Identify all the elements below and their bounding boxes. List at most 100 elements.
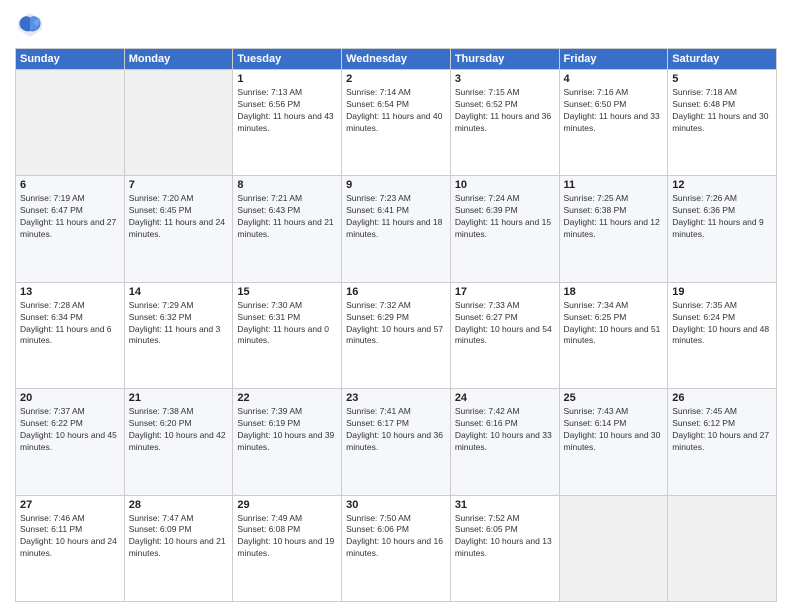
day-info: Sunrise: 7:34 AM Sunset: 6:25 PM Dayligh… [564, 300, 664, 348]
day-number: 8 [237, 179, 337, 191]
week-row-4: 20Sunrise: 7:37 AM Sunset: 6:22 PM Dayli… [16, 389, 777, 495]
day-cell: 15 Sunrise: 7:30 AM Sunset: 6:31 PM Dayli… [233, 282, 342, 388]
day-number: 18 [564, 286, 664, 298]
day-header-saturday: Saturday [668, 49, 777, 70]
day-info: Sunrise: 7:28 AM Sunset: 6:34 PM Dayligh… [20, 300, 120, 348]
day-header-sunday: Sunday [16, 49, 125, 70]
day-info: Sunrise: 7:37 AM Sunset: 6:22 PM Dayligh… [20, 406, 120, 454]
day-number: 11 [564, 179, 664, 191]
day-number: 16 [346, 286, 446, 298]
day-cell: 24 Sunrise: 7:42 AM Sunset: 6:16 PM Dayli… [450, 389, 559, 495]
day-cell: 16Sunrise: 7:32 AM Sunset: 6:29 PM Dayli… [342, 282, 451, 388]
day-header-friday: Friday [559, 49, 668, 70]
day-number: 21 [129, 392, 229, 404]
day-cell: 26Sunrise: 7:45 AM Sunset: 6:12 PM Dayli… [668, 389, 777, 495]
day-info: Sunrise: 7:49 AM Sunset: 6:08 PM Dayligh… [237, 513, 337, 561]
day-cell: 6 Sunrise: 7:19 AM Sunset: 6:47 PM Daylig… [16, 176, 125, 282]
day-header-wednesday: Wednesday [342, 49, 451, 70]
day-cell: 22Sunrise: 7:39 AM Sunset: 6:19 PM Dayli… [233, 389, 342, 495]
day-info: Sunrise: 7:21 AM Sunset: 6:43 PM Dayligh… [237, 193, 337, 241]
day-number: 14 [129, 286, 229, 298]
day-info: Sunrise: 7:30 AM Sunset: 6:31 PM Dayligh… [237, 300, 337, 348]
day-number: 31 [455, 499, 555, 511]
day-number: 30 [346, 499, 446, 511]
day-number: 4 [564, 73, 664, 85]
day-info: Sunrise: 7:35 AM Sunset: 6:24 PM Dayligh… [672, 300, 772, 348]
day-cell: 4 Sunrise: 7:16 AM Sunset: 6:50 PM Daylig… [559, 70, 668, 176]
day-info: Sunrise: 7:24 AM Sunset: 6:39 PM Dayligh… [455, 193, 555, 241]
day-cell: 19 Sunrise: 7:35 AM Sunset: 6:24 PM Dayli… [668, 282, 777, 388]
day-info: Sunrise: 7:33 AM Sunset: 6:27 PM Dayligh… [455, 300, 555, 348]
day-info: Sunrise: 7:13 AM Sunset: 6:56 PM Dayligh… [237, 87, 337, 135]
week-row-2: 6 Sunrise: 7:19 AM Sunset: 6:47 PM Daylig… [16, 176, 777, 282]
day-info: Sunrise: 7:25 AM Sunset: 6:38 PM Dayligh… [564, 193, 664, 241]
day-cell: 29 Sunrise: 7:49 AM Sunset: 6:08 PM Dayli… [233, 495, 342, 601]
day-number: 9 [346, 179, 446, 191]
day-info: Sunrise: 7:20 AM Sunset: 6:45 PM Dayligh… [129, 193, 229, 241]
day-cell: 2 Sunrise: 7:14 AM Sunset: 6:54 PM Daylig… [342, 70, 451, 176]
day-number: 15 [237, 286, 337, 298]
day-cell: 5 Sunrise: 7:18 AM Sunset: 6:48 PM Daylig… [668, 70, 777, 176]
day-info: Sunrise: 7:50 AM Sunset: 6:06 PM Dayligh… [346, 513, 446, 561]
day-cell: 13 Sunrise: 7:28 AM Sunset: 6:34 PM Dayli… [16, 282, 125, 388]
day-cell [559, 495, 668, 601]
day-info: Sunrise: 7:41 AM Sunset: 6:17 PM Dayligh… [346, 406, 446, 454]
day-number: 10 [455, 179, 555, 191]
day-header-tuesday: Tuesday [233, 49, 342, 70]
day-cell: 23Sunrise: 7:41 AM Sunset: 6:17 PM Dayli… [342, 389, 451, 495]
week-row-5: 27 Sunrise: 7:46 AM Sunset: 6:11 PM Dayli… [16, 495, 777, 601]
day-info: Sunrise: 7:26 AM Sunset: 6:36 PM Dayligh… [672, 193, 772, 241]
day-header-thursday: Thursday [450, 49, 559, 70]
day-cell: 28 Sunrise: 7:47 AM Sunset: 6:09 PM Dayli… [124, 495, 233, 601]
day-number: 26 [672, 392, 772, 404]
day-header-monday: Monday [124, 49, 233, 70]
day-info: Sunrise: 7:16 AM Sunset: 6:50 PM Dayligh… [564, 87, 664, 135]
day-info: Sunrise: 7:15 AM Sunset: 6:52 PM Dayligh… [455, 87, 555, 135]
logo-icon [15, 10, 45, 40]
day-number: 28 [129, 499, 229, 511]
day-info: Sunrise: 7:38 AM Sunset: 6:20 PM Dayligh… [129, 406, 229, 454]
day-cell [668, 495, 777, 601]
day-cell: 7 Sunrise: 7:20 AM Sunset: 6:45 PM Daylig… [124, 176, 233, 282]
day-info: Sunrise: 7:14 AM Sunset: 6:54 PM Dayligh… [346, 87, 446, 135]
day-info: Sunrise: 7:29 AM Sunset: 6:32 PM Dayligh… [129, 300, 229, 348]
calendar: SundayMondayTuesdayWednesdayThursdayFrid… [15, 48, 777, 602]
day-number: 5 [672, 73, 772, 85]
day-cell: 20Sunrise: 7:37 AM Sunset: 6:22 PM Dayli… [16, 389, 125, 495]
day-number: 17 [455, 286, 555, 298]
day-number: 19 [672, 286, 772, 298]
header [15, 10, 777, 40]
day-info: Sunrise: 7:52 AM Sunset: 6:05 PM Dayligh… [455, 513, 555, 561]
calendar-header-row: SundayMondayTuesdayWednesdayThursdayFrid… [16, 49, 777, 70]
day-number: 29 [237, 499, 337, 511]
day-cell: 21 Sunrise: 7:38 AM Sunset: 6:20 PM Dayli… [124, 389, 233, 495]
day-cell: 18 Sunrise: 7:34 AM Sunset: 6:25 PM Dayli… [559, 282, 668, 388]
day-info: Sunrise: 7:47 AM Sunset: 6:09 PM Dayligh… [129, 513, 229, 561]
day-info: Sunrise: 7:19 AM Sunset: 6:47 PM Dayligh… [20, 193, 120, 241]
page: SundayMondayTuesdayWednesdayThursdayFrid… [0, 0, 792, 612]
day-cell: 9Sunrise: 7:23 AM Sunset: 6:41 PM Daylig… [342, 176, 451, 282]
day-info: Sunrise: 7:42 AM Sunset: 6:16 PM Dayligh… [455, 406, 555, 454]
day-number: 7 [129, 179, 229, 191]
week-row-1: 1 Sunrise: 7:13 AM Sunset: 6:56 PM Daylig… [16, 70, 777, 176]
day-cell: 12 Sunrise: 7:26 AM Sunset: 6:36 PM Dayli… [668, 176, 777, 282]
day-number: 25 [564, 392, 664, 404]
day-cell: 11 Sunrise: 7:25 AM Sunset: 6:38 PM Dayli… [559, 176, 668, 282]
day-number: 12 [672, 179, 772, 191]
day-number: 13 [20, 286, 120, 298]
logo [15, 10, 49, 40]
day-cell: 8 Sunrise: 7:21 AM Sunset: 6:43 PM Daylig… [233, 176, 342, 282]
day-number: 24 [455, 392, 555, 404]
day-number: 2 [346, 73, 446, 85]
day-number: 3 [455, 73, 555, 85]
day-cell: 1 Sunrise: 7:13 AM Sunset: 6:56 PM Daylig… [233, 70, 342, 176]
day-cell: 14 Sunrise: 7:29 AM Sunset: 6:32 PM Dayli… [124, 282, 233, 388]
day-number: 27 [20, 499, 120, 511]
day-number: 1 [237, 73, 337, 85]
day-number: 22 [237, 392, 337, 404]
day-info: Sunrise: 7:46 AM Sunset: 6:11 PM Dayligh… [20, 513, 120, 561]
week-row-3: 13 Sunrise: 7:28 AM Sunset: 6:34 PM Dayli… [16, 282, 777, 388]
day-info: Sunrise: 7:18 AM Sunset: 6:48 PM Dayligh… [672, 87, 772, 135]
day-number: 6 [20, 179, 120, 191]
day-cell: 27 Sunrise: 7:46 AM Sunset: 6:11 PM Dayli… [16, 495, 125, 601]
